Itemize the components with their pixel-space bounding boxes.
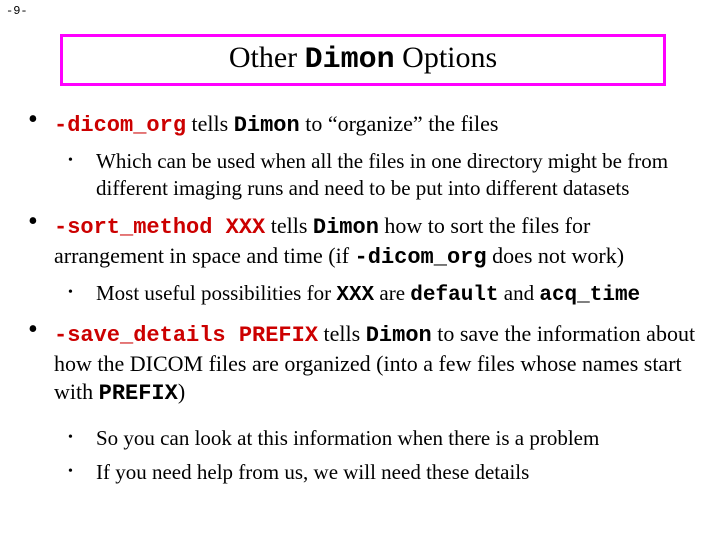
prog-dimon: Dimon	[234, 113, 300, 138]
option-save-details: -save_details PREFIX	[54, 323, 318, 348]
option-dicom-org: -dicom_org	[54, 113, 186, 138]
page-number: -9-	[6, 4, 28, 18]
sub-bullet: Most useful possibilities for XXX are de…	[68, 280, 698, 310]
text: Which can be used when all the files in …	[96, 149, 668, 200]
prog-dimon: Dimon	[366, 323, 432, 348]
xxx: XXX	[336, 284, 374, 307]
slide-title: Other Dimon Options	[229, 41, 497, 74]
text: to “organize” the files	[300, 111, 499, 136]
bullet-sort-method: -sort_method XXX tells Dimon how to sort…	[28, 212, 698, 272]
text: tells	[186, 111, 234, 136]
ref-dicom-org: -dicom_org	[355, 245, 487, 270]
text: tells	[265, 213, 313, 238]
sub-bullet: So you can look at this information when…	[68, 425, 698, 452]
content-area: -dicom_org tells Dimon to “organize” the…	[28, 100, 698, 486]
sub-bullet: If you need help from us, we will need t…	[68, 459, 698, 486]
ref-prefix: PREFIX	[99, 381, 178, 406]
val-default: default	[410, 284, 498, 307]
text: Most useful possibilities for	[96, 281, 336, 305]
text: tells	[318, 321, 366, 346]
title-prog: Dimon	[305, 43, 395, 77]
text: If you need help from us, we will need t…	[96, 460, 529, 484]
text: )	[178, 379, 185, 404]
text: are	[374, 281, 410, 305]
option-sort-method: -sort_method XXX	[54, 215, 265, 240]
bullet-dicom-org: -dicom_org tells Dimon to “organize” the…	[28, 110, 698, 140]
text: and	[499, 281, 540, 305]
title-box: Other Dimon Options	[60, 34, 666, 86]
text: So you can look at this information when…	[96, 426, 599, 450]
title-post: Options	[395, 41, 498, 74]
prog-dimon: Dimon	[313, 215, 379, 240]
text: does not work)	[487, 243, 624, 268]
title-pre: Other	[229, 41, 305, 74]
bullet-save-details: -save_details PREFIX tells Dimon to save…	[28, 320, 698, 408]
val-acq-time: acq_time	[539, 284, 640, 307]
sub-bullet: Which can be used when all the files in …	[68, 148, 698, 202]
